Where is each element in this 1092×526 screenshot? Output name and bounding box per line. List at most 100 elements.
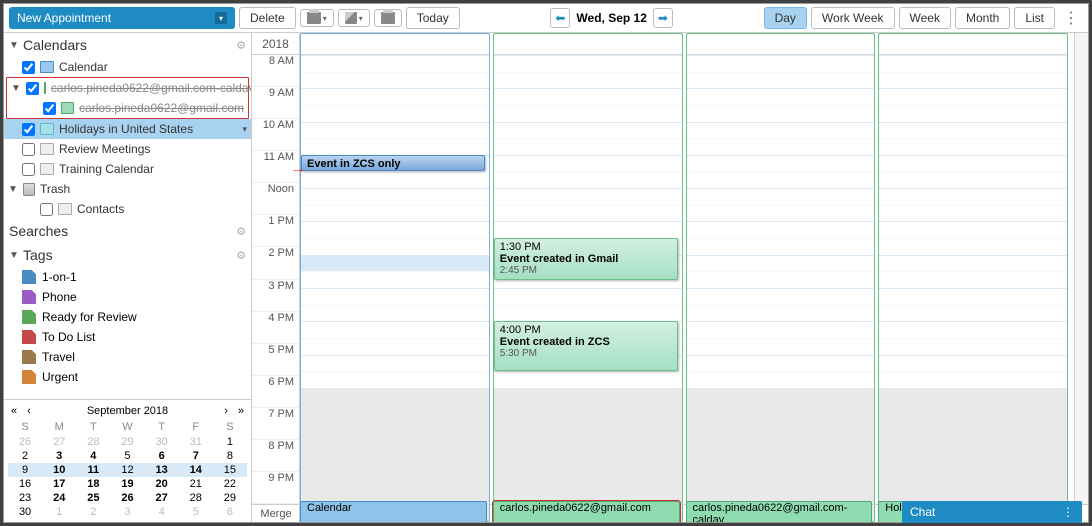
tag-item[interactable]: 1-on-1 bbox=[4, 267, 251, 287]
calendar-item[interactable]: Holidays in United States▾ bbox=[4, 119, 251, 139]
calendar-item[interactable]: ▼carlos.pineda0622@gmail.com-caldav bbox=[7, 78, 248, 98]
tag-item[interactable]: Phone bbox=[4, 287, 251, 307]
mini-cal-day[interactable]: 16 bbox=[8, 477, 42, 491]
mini-cal-day[interactable]: 12 bbox=[110, 463, 144, 477]
searches-section-header[interactable]: Searches ⚙ bbox=[4, 219, 251, 243]
calendar-checkbox[interactable] bbox=[22, 123, 35, 136]
day-column[interactable]: 1:30 PMEvent created in Gmail2:45 PM4:00… bbox=[493, 33, 683, 522]
mini-cal-day[interactable]: 17 bbox=[42, 477, 76, 491]
collapse-icon[interactable]: ▼ bbox=[9, 250, 19, 261]
column-footer-label[interactable]: Calendar bbox=[300, 501, 487, 523]
mini-cal-day[interactable]: 2 bbox=[8, 449, 42, 463]
event[interactable]: Event in ZCS only bbox=[301, 155, 485, 172]
print-menu-button[interactable]: ▾ bbox=[300, 9, 334, 27]
mini-cal-day[interactable]: 8 bbox=[213, 449, 247, 463]
mini-cal-day[interactable]: 30 bbox=[145, 435, 179, 449]
calendar-checkbox[interactable] bbox=[22, 143, 35, 156]
mini-cal-day[interactable]: 19 bbox=[110, 477, 144, 491]
calendar-item[interactable]: Review Meetings bbox=[4, 139, 251, 159]
tag-item[interactable]: To Do List bbox=[4, 327, 251, 347]
dropdown-icon[interactable]: ▾ bbox=[215, 12, 227, 24]
column-footer-label[interactable]: carlos.pineda0622@gmail.com bbox=[493, 501, 680, 523]
mini-cal-day[interactable]: 24 bbox=[42, 491, 76, 505]
tags-section-header[interactable]: ▼ Tags ⚙ bbox=[4, 243, 251, 267]
tag-item[interactable]: Travel bbox=[4, 347, 251, 367]
mini-cal-day[interactable]: 6 bbox=[145, 449, 179, 463]
calendar-item[interactable]: Calendar bbox=[4, 57, 251, 77]
gear-icon[interactable]: ⚙ bbox=[236, 225, 246, 238]
chat-bar[interactable]: Chat ⋮ bbox=[902, 501, 1082, 523]
mini-cal-day[interactable]: 20 bbox=[145, 477, 179, 491]
calendar-item[interactable]: carlos.pineda0622@gmail.com bbox=[7, 98, 248, 118]
mini-cal-day[interactable]: 28 bbox=[76, 435, 110, 449]
merge-label[interactable]: Merge bbox=[252, 508, 300, 520]
prev-day-button[interactable]: ⬅ bbox=[550, 8, 570, 28]
view-workweek-button[interactable]: Work Week bbox=[811, 7, 895, 29]
mini-cal-day[interactable]: 6 bbox=[213, 505, 247, 519]
delete-button[interactable]: Delete bbox=[239, 7, 296, 29]
contacts-checkbox[interactable] bbox=[40, 203, 53, 216]
next-day-button[interactable]: ➡ bbox=[653, 8, 673, 28]
calendar-checkbox[interactable] bbox=[22, 163, 35, 176]
gear-icon[interactable]: ⚙ bbox=[236, 39, 246, 52]
day-column[interactable] bbox=[878, 33, 1068, 522]
mini-cal-day[interactable]: 25 bbox=[76, 491, 110, 505]
day-column[interactable]: Event in ZCS only bbox=[300, 33, 490, 522]
mini-cal-day[interactable]: 23 bbox=[8, 491, 42, 505]
mini-cal-day[interactable]: 10 bbox=[42, 463, 76, 477]
mini-cal-day[interactable]: 30 bbox=[8, 505, 42, 519]
mini-cal-day[interactable]: 15 bbox=[213, 463, 247, 477]
mini-cal-day[interactable]: 21 bbox=[179, 477, 213, 491]
calendars-section-header[interactable]: ▼ Calendars ⚙ bbox=[4, 33, 251, 57]
trash-row[interactable]: ▼ Trash bbox=[4, 179, 251, 199]
mini-cal-day[interactable]: 22 bbox=[213, 477, 247, 491]
mini-cal-day[interactable]: 18 bbox=[76, 477, 110, 491]
mini-cal-day[interactable]: 29 bbox=[110, 435, 144, 449]
mini-cal-day[interactable]: 31 bbox=[179, 435, 213, 449]
next-month-button[interactable]: › bbox=[221, 405, 231, 417]
mini-cal-day[interactable]: 26 bbox=[110, 491, 144, 505]
view-month-button[interactable]: Month bbox=[955, 7, 1010, 29]
contacts-row[interactable]: Contacts bbox=[4, 199, 251, 219]
mini-cal-day[interactable]: 3 bbox=[42, 449, 76, 463]
collapse-icon[interactable]: ▼ bbox=[11, 83, 21, 94]
mini-cal-day[interactable]: 29 bbox=[213, 491, 247, 505]
mini-cal-day[interactable]: 9 bbox=[8, 463, 42, 477]
day-column[interactable] bbox=[686, 33, 876, 522]
prev-month-button[interactable]: ‹ bbox=[24, 405, 34, 417]
mini-cal-day[interactable]: 4 bbox=[145, 505, 179, 519]
view-day-button[interactable]: Day bbox=[764, 7, 807, 29]
next-year-button[interactable]: » bbox=[235, 405, 247, 417]
mini-cal-day[interactable]: 27 bbox=[145, 491, 179, 505]
mini-cal-day[interactable]: 5 bbox=[110, 449, 144, 463]
mini-cal-day[interactable]: 11 bbox=[76, 463, 110, 477]
column-footer-label[interactable]: carlos.pineda0622@gmail.com-caldav bbox=[686, 501, 873, 523]
collapse-icon[interactable]: ▼ bbox=[8, 184, 18, 195]
mini-cal-day[interactable]: 13 bbox=[145, 463, 179, 477]
today-button[interactable]: Today bbox=[406, 7, 460, 29]
mini-cal-day[interactable]: 1 bbox=[42, 505, 76, 519]
mini-cal-day[interactable]: 1 bbox=[213, 435, 247, 449]
menu-icon[interactable]: ⋮ bbox=[1059, 8, 1083, 28]
calendar-item[interactable]: Training Calendar bbox=[4, 159, 251, 179]
calendar-checkbox[interactable] bbox=[22, 61, 35, 74]
gear-icon[interactable]: ⚙ bbox=[236, 249, 246, 262]
dropdown-icon[interactable]: ▾ bbox=[242, 124, 247, 135]
calendar-checkbox[interactable] bbox=[26, 82, 39, 95]
mini-cal-day[interactable]: 7 bbox=[179, 449, 213, 463]
event[interactable]: 4:00 PMEvent created in ZCS5:30 PM bbox=[494, 321, 678, 371]
calendar-checkbox[interactable] bbox=[43, 102, 56, 115]
mini-cal-day[interactable]: 3 bbox=[110, 505, 144, 519]
format-menu-button[interactable]: ▾ bbox=[338, 9, 370, 27]
mini-cal-day[interactable]: 14 bbox=[179, 463, 213, 477]
chat-menu-icon[interactable]: ⋮ bbox=[1062, 505, 1074, 519]
prev-year-button[interactable]: « bbox=[8, 405, 20, 417]
mini-calendar[interactable]: « ‹ September 2018 › » SMTWTFS 262728293… bbox=[4, 399, 251, 522]
tag-item[interactable]: Urgent bbox=[4, 367, 251, 387]
mini-cal-day[interactable]: 27 bbox=[42, 435, 76, 449]
mini-cal-day[interactable]: 4 bbox=[76, 449, 110, 463]
scrollbar[interactable] bbox=[1074, 33, 1088, 504]
mini-cal-day[interactable]: 5 bbox=[179, 505, 213, 519]
view-list-button[interactable]: List bbox=[1014, 7, 1055, 29]
view-week-button[interactable]: Week bbox=[899, 7, 951, 29]
